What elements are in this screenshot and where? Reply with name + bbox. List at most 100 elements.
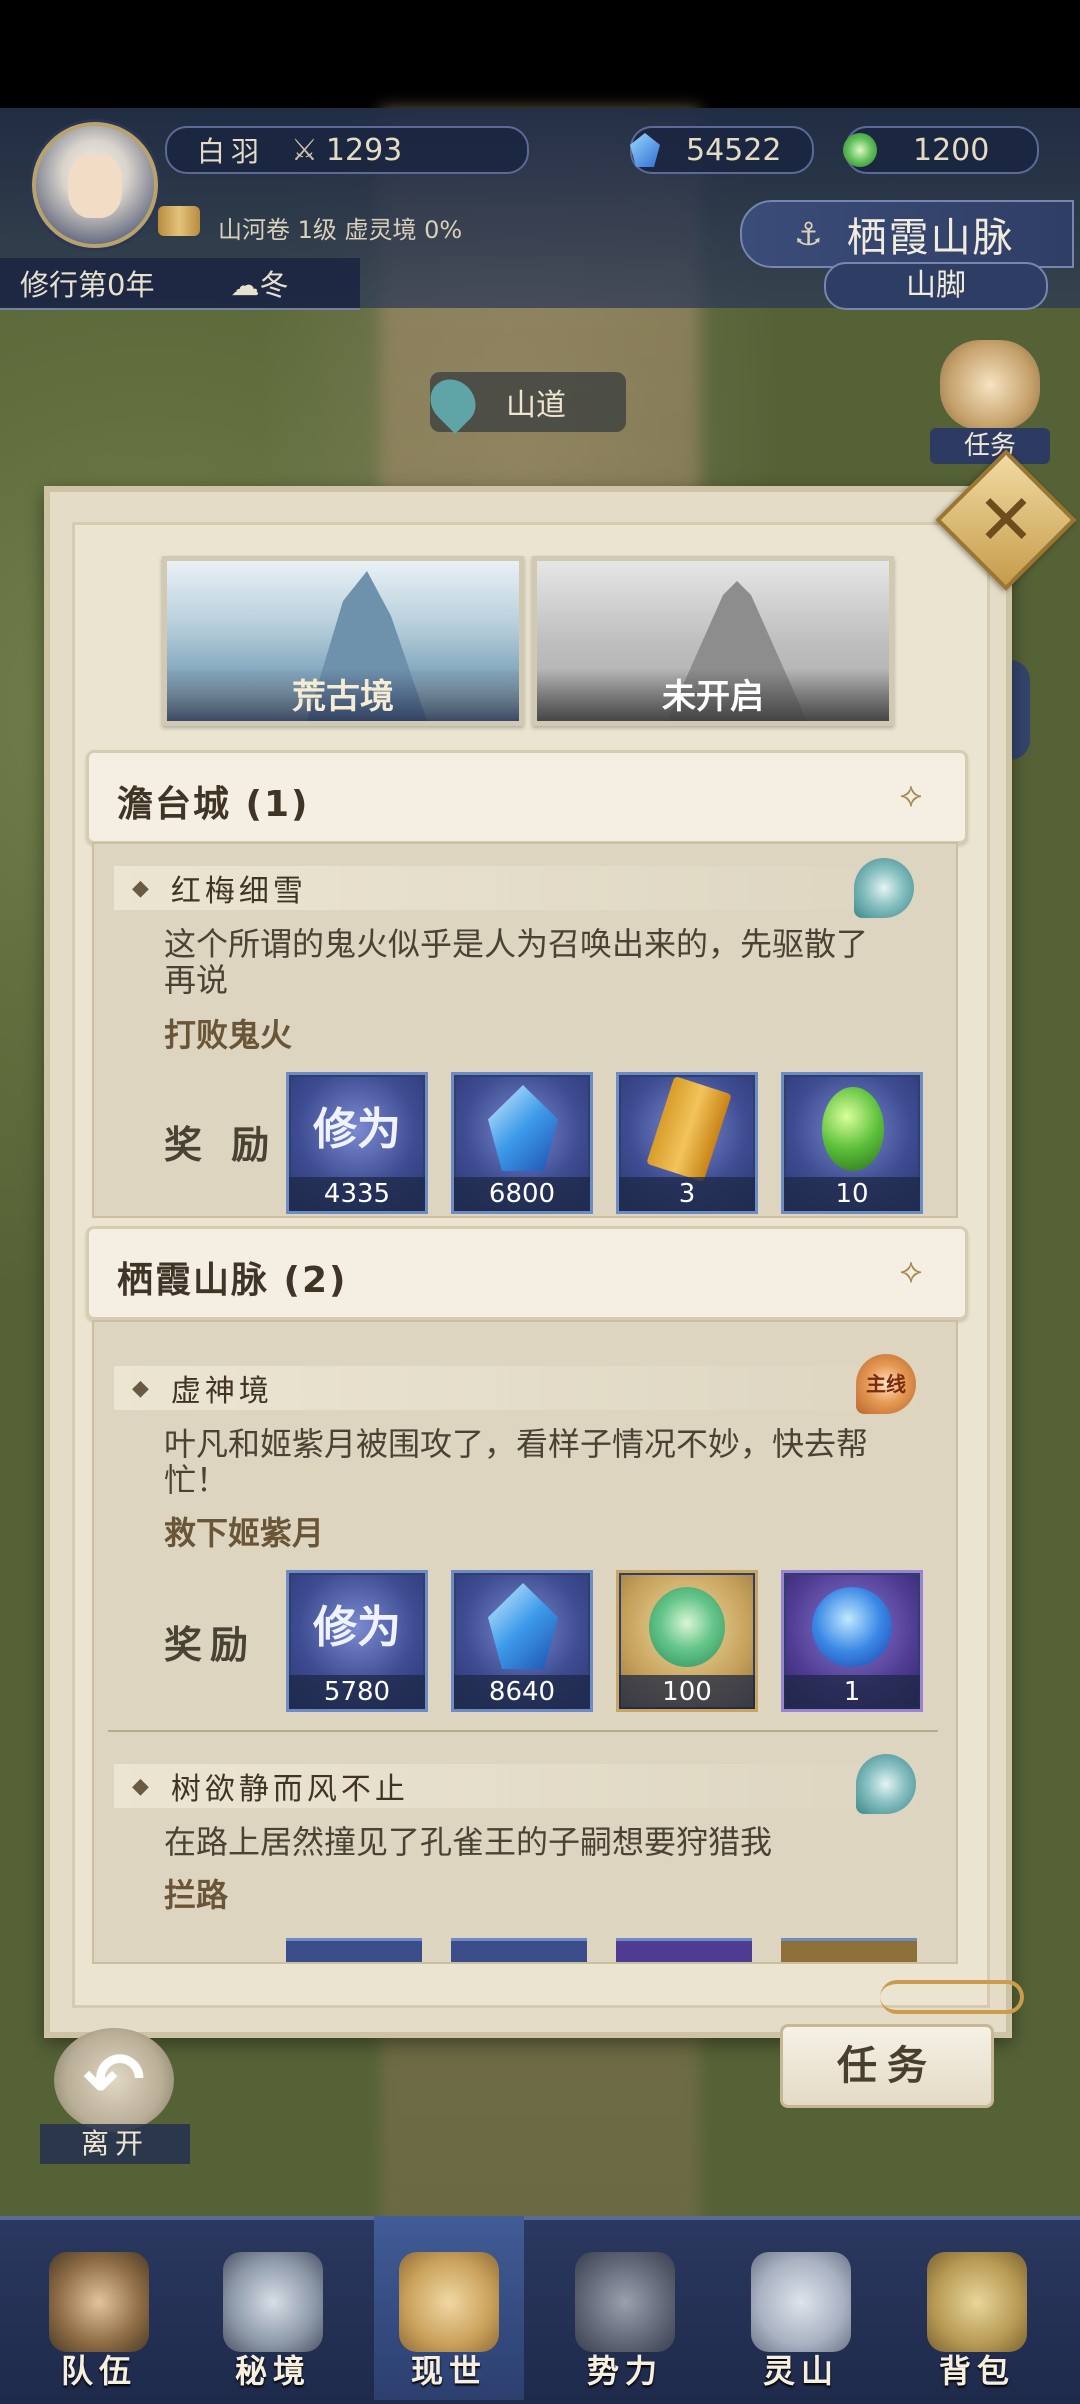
- location-title[interactable]: ⚓ 栖霞山脉: [740, 200, 1074, 268]
- spirit-mountain-icon: [751, 2252, 851, 2352]
- reward-count: 6800: [454, 1177, 590, 1211]
- task-bag-icon: [940, 340, 1040, 430]
- quest-title: 红梅细雪: [170, 874, 307, 909]
- quest-title: 树欲静而风不止: [170, 1772, 409, 1807]
- leave-button[interactable]: ↶ 离开: [40, 2020, 190, 2170]
- nav-bag[interactable]: 背包: [902, 2216, 1052, 2400]
- reward-item-partial: [616, 1938, 752, 1962]
- diamond-icon: ◆: [132, 1773, 149, 1799]
- realm-progress-text: 山河卷 1级 虚灵境 0%: [218, 216, 463, 244]
- reward-item-partial: [451, 1938, 587, 1962]
- section-title: 澹台城 (1): [117, 784, 310, 825]
- secret-realm-icon: [223, 2252, 323, 2352]
- location-name: 栖霞山脉: [846, 215, 1015, 261]
- leave-label: 离开: [40, 2124, 190, 2164]
- egg-icon: [822, 1087, 884, 1171]
- quest-goal: 打败鬼火: [164, 1016, 293, 1054]
- player-avatar[interactable]: [32, 122, 158, 248]
- reward-count: 1: [784, 1675, 920, 1709]
- reward-item-xiuwei[interactable]: 修为 4335: [286, 1072, 428, 1214]
- nav-label: 势力: [586, 2352, 663, 2390]
- realm-tab-locked[interactable]: 未开启: [532, 556, 894, 726]
- quest-goal: 拦路: [164, 1876, 229, 1914]
- quest-card[interactable]: ◆ 虚神境 主线 叶凡和姬紫月被围攻了，看样子情况不妙，快去帮忙！ 救下姬紫月 …: [92, 1320, 958, 1964]
- scroll-icon[interactable]: [158, 206, 200, 236]
- reward-count: 10: [784, 1177, 920, 1211]
- quest-type-icon: [854, 858, 914, 918]
- reward-label: 奖励: [164, 1623, 257, 1667]
- quest-goal: 救下姬紫月: [164, 1514, 325, 1552]
- jade-counter[interactable]: 1200: [843, 126, 1039, 174]
- divider: [108, 1730, 938, 1732]
- crystal-icon: [488, 1085, 558, 1171]
- reward-item-orb[interactable]: 1: [781, 1570, 923, 1712]
- spirit-stone-icon: [630, 133, 660, 167]
- reward-count: 5780: [289, 1675, 425, 1709]
- nav-secret-realm[interactable]: 秘境: [198, 2216, 348, 2400]
- combat-power: 1293: [325, 132, 403, 168]
- road-label-text: 山道: [506, 388, 566, 423]
- realm-tab-label: 未开启: [537, 669, 889, 721]
- team-icon: [49, 2252, 149, 2352]
- nav-world[interactable]: 现世: [374, 2216, 524, 2400]
- quest-type-icon: [856, 1754, 916, 1814]
- world-map-icon: [399, 2252, 499, 2352]
- quest-title: 虚神境: [170, 1374, 273, 1409]
- combat-power-icon: ⚔: [291, 132, 318, 168]
- chevron-down-icon: ⟡: [899, 775, 923, 815]
- nav-team[interactable]: 队伍: [24, 2216, 174, 2400]
- reward-item-egg[interactable]: 10: [781, 1072, 923, 1214]
- reward-item-partial: [781, 1938, 917, 1962]
- avatar-face: [68, 154, 122, 218]
- nav-label: 队伍: [60, 2352, 137, 2390]
- nav-faction[interactable]: 势力: [550, 2216, 700, 2400]
- reward-item-jade[interactable]: 100: [616, 1570, 758, 1712]
- quest-description: 在路上居然撞见了孔雀王的子嗣想要狩猎我: [164, 1823, 773, 1861]
- nav-spirit-mountain[interactable]: 灵山: [726, 2216, 876, 2400]
- season-label: 冬: [259, 268, 289, 302]
- quest-title-bar: ◆ 虚神境: [114, 1366, 934, 1410]
- location-pin-icon: ⚓: [794, 215, 823, 253]
- main-quest-badge: 主线: [856, 1354, 916, 1414]
- quest-card[interactable]: ◆ 红梅细雪 这个所谓的鬼火似乎是人为召唤出来的，先驱散了再说 打败鬼火 奖 励…: [92, 842, 958, 1218]
- talisman-icon: [646, 1075, 732, 1183]
- realm-tab-label: 荒古境: [167, 669, 519, 721]
- player-name: 白羽: [197, 135, 266, 168]
- xiuwei-glyph: 修为: [313, 1104, 401, 1155]
- nav-label: 灵山: [762, 2352, 839, 2390]
- reward-item-talisman[interactable]: 3: [616, 1072, 758, 1214]
- reward-count: 4335: [289, 1177, 425, 1211]
- nav-label: 背包: [938, 2352, 1015, 2390]
- jade-amount: 1200: [913, 132, 990, 168]
- spirit-stone-amount: 54522: [686, 132, 782, 168]
- reward-item-partial: [286, 1938, 422, 1962]
- crystal-icon: [488, 1583, 558, 1669]
- spirit-orb-icon: [812, 1587, 892, 1667]
- spirit-stone-counter[interactable]: 54522: [630, 126, 814, 174]
- map-pin-icon: [421, 370, 485, 434]
- task-button[interactable]: 任务: [780, 2024, 994, 2108]
- task-side-button[interactable]: 任务: [930, 340, 1050, 480]
- task-side-label: 任务: [930, 428, 1050, 464]
- diamond-icon: ◆: [132, 875, 149, 901]
- back-arrow-icon: ↶: [54, 2028, 174, 2132]
- quest-title-bar: ◆ 树欲静而风不止: [114, 1764, 934, 1808]
- nav-label: 现世: [410, 2352, 487, 2390]
- reward-count: 3: [619, 1177, 755, 1211]
- sublocation-name: 山脚: [824, 262, 1048, 310]
- cultivation-year: 修行第0年: [20, 268, 155, 302]
- reward-item-spirit-stone[interactable]: 6800: [451, 1072, 593, 1214]
- realm-tab-honggu[interactable]: 荒古境: [162, 556, 524, 726]
- section-header-dantai[interactable]: 澹台城 (1) ⟡: [86, 750, 968, 844]
- bag-icon: [927, 2252, 1027, 2352]
- reward-item-spirit-stone[interactable]: 8640: [451, 1570, 593, 1712]
- chevron-down-icon: ⟡: [899, 1251, 923, 1291]
- player-info-pill[interactable]: 白羽 ⚔ 1293: [165, 126, 529, 174]
- reward-item-xiuwei[interactable]: 修为 5780: [286, 1570, 428, 1712]
- panel-scroll-ornament: [880, 1980, 1024, 2014]
- map-point-road[interactable]: 山道: [421, 370, 626, 434]
- season: ☁冬: [230, 268, 289, 302]
- faction-icon: [575, 2252, 675, 2352]
- quest-description: 这个所谓的鬼火似乎是人为召唤出来的，先驱散了再说: [164, 925, 869, 999]
- section-header-qixia[interactable]: 栖霞山脉 (2) ⟡: [86, 1226, 968, 1320]
